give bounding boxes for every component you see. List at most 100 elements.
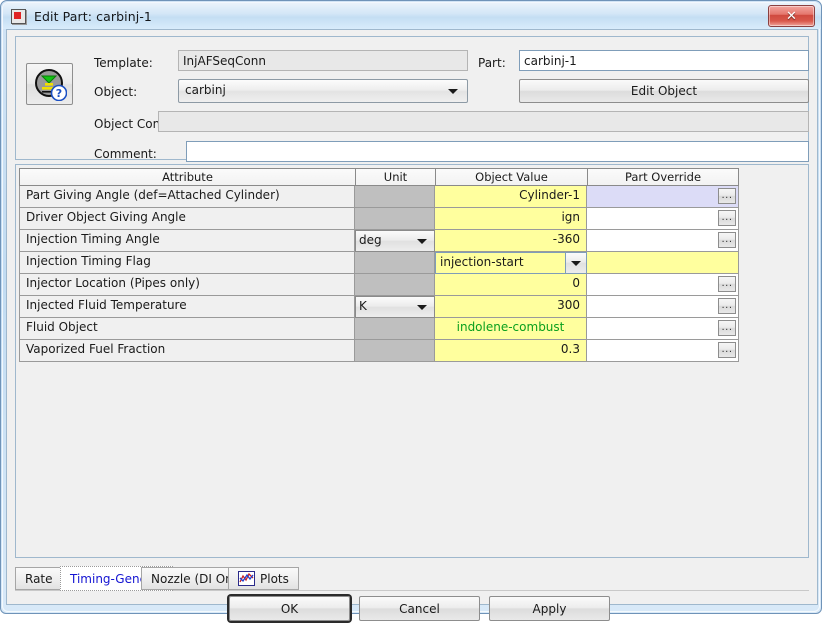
column-header-unit[interactable]: Unit — [355, 168, 435, 186]
close-icon: ✕ — [786, 8, 797, 24]
object-value-select-value: injection-start — [435, 252, 565, 274]
column-header-object-value[interactable]: Object Value — [435, 168, 587, 186]
object-comment-field — [158, 111, 809, 132]
cell-unit — [355, 186, 435, 208]
cell-unit[interactable]: deg — [355, 230, 435, 252]
unit-select-value: K — [359, 299, 367, 313]
cancel-button[interactable]: Cancel — [359, 596, 480, 621]
table-row: Injector Location (Pipes only) 0... — [19, 274, 807, 296]
ellipsis-button[interactable]: ... — [718, 320, 736, 336]
cancel-button-label: Cancel — [399, 601, 440, 616]
ellipsis-button[interactable]: ... — [718, 232, 736, 248]
cell-attribute[interactable]: Injected Fluid Temperature — [19, 296, 355, 318]
cell-part-override[interactable]: ... — [587, 296, 739, 318]
table-row: Driver Object Giving Angle ign... — [19, 208, 807, 230]
column-header-attribute[interactable]: Attribute — [19, 168, 355, 186]
ellipsis-icon: ... — [721, 300, 733, 311]
cell-attribute[interactable]: Part Giving Angle (def=Attached Cylinder… — [19, 186, 355, 208]
cell-unit — [355, 318, 435, 340]
apply-button-label: Apply — [532, 601, 567, 616]
ellipsis-icon: ... — [721, 234, 733, 245]
ellipsis-icon: ... — [721, 212, 733, 223]
cell-object-value[interactable]: ign — [435, 208, 587, 230]
cell-unit — [355, 252, 435, 274]
cell-object-value[interactable]: injection-start — [435, 252, 587, 274]
tab-plots-label: Plots — [260, 571, 289, 586]
ellipsis-button[interactable]: ... — [718, 342, 736, 358]
app-box-icon — [11, 8, 26, 24]
ok-button[interactable]: OK — [229, 596, 350, 621]
dialog-window: Edit Part: carbinj-1 ✕ ? Template: InjAF… — [0, 0, 822, 621]
template-label: Template: — [94, 56, 153, 70]
cell-attribute[interactable]: Vaporized Fuel Fraction — [19, 340, 355, 362]
cell-object-value[interactable]: indolene-combust — [435, 318, 587, 340]
cell-attribute[interactable]: Fluid Object — [19, 318, 355, 340]
tab-strip: Rate Timing-General Nozzle (DI Only) Plo… — [15, 566, 809, 592]
table-row: Fluid Object indolene-combust... — [19, 318, 807, 340]
table-row: Vaporized Fuel Fraction 0.3... — [19, 340, 807, 362]
part-header-panel: ? Template: InjAFSeqConn Object: carbinj… — [15, 36, 809, 162]
window-title: Edit Part: carbinj-1 — [34, 8, 152, 24]
object-select-value: carbinj — [185, 83, 226, 97]
edit-object-label: Edit Object — [630, 84, 698, 98]
cell-part-override[interactable]: ... — [587, 186, 739, 208]
dialog-button-row: OK Cancel Apply — [7, 596, 819, 630]
part-name-input[interactable]: carbinj-1 — [519, 50, 809, 71]
cell-part-override[interactable]: ... — [587, 318, 739, 340]
ellipsis-button[interactable]: ... — [718, 298, 736, 314]
table-row: Injected Fluid Temperature K 300... — [19, 296, 807, 318]
cell-part-override[interactable] — [587, 252, 739, 274]
title-bar[interactable]: Edit Part: carbinj-1 ✕ — [3, 3, 821, 29]
object-icon-button[interactable]: ? — [26, 63, 73, 105]
object-value-select[interactable]: injection-start — [435, 252, 587, 274]
chevron-down-icon — [448, 89, 458, 94]
cell-object-value[interactable]: 0.3 — [435, 340, 587, 362]
chart-icon — [238, 571, 255, 586]
tab-plots[interactable]: Plots — [228, 567, 299, 590]
object-label: Object: — [94, 85, 138, 99]
table-row: Injection Timing Flag injection-start — [19, 252, 807, 274]
ellipsis-icon: ... — [721, 322, 733, 333]
edit-object-button[interactable]: Edit Object — [519, 79, 809, 103]
cell-attribute[interactable]: Injection Timing Flag — [19, 252, 355, 274]
cell-unit[interactable]: K — [355, 296, 435, 318]
cell-object-value[interactable]: Cylinder-1 — [435, 186, 587, 208]
injector-object-icon: ? — [35, 69, 67, 101]
ellipsis-icon: ... — [721, 190, 733, 201]
cell-object-value[interactable]: 300 — [435, 296, 587, 318]
comment-label: Comment: — [94, 147, 157, 161]
chevron-down-icon[interactable] — [565, 252, 587, 274]
apply-button[interactable]: Apply — [489, 596, 610, 621]
cell-part-override[interactable]: ... — [587, 208, 739, 230]
chevron-down-icon — [417, 239, 427, 244]
template-field: InjAFSeqConn — [178, 50, 468, 71]
unit-select-value: deg — [359, 233, 382, 247]
cell-object-value[interactable]: -360 — [435, 230, 587, 252]
cell-attribute[interactable]: Driver Object Giving Angle — [19, 208, 355, 230]
cell-part-override[interactable]: ... — [587, 230, 739, 252]
cell-object-value[interactable]: 0 — [435, 274, 587, 296]
object-select[interactable]: carbinj — [178, 79, 468, 103]
tab-rate[interactable]: Rate — [15, 567, 63, 590]
chevron-down-icon — [417, 305, 427, 310]
ellipsis-button[interactable]: ... — [718, 276, 736, 292]
dialog-client-area: ? Template: InjAFSeqConn Object: carbinj… — [6, 29, 818, 621]
tab-rate-label: Rate — [25, 571, 53, 586]
part-label: Part: — [478, 56, 506, 70]
cell-part-override[interactable]: ... — [587, 340, 739, 362]
table-header-row: Attribute Unit Object Value Part Overrid… — [19, 168, 807, 186]
attribute-table-panel: Attribute Unit Object Value Part Overrid… — [15, 164, 809, 558]
cell-attribute[interactable]: Injection Timing Angle — [19, 230, 355, 252]
comment-input[interactable] — [186, 141, 809, 162]
unit-select[interactable]: K — [355, 296, 435, 318]
column-header-part-override[interactable]: Part Override — [587, 168, 739, 186]
attribute-table: Attribute Unit Object Value Part Overrid… — [19, 168, 807, 362]
table-body: Part Giving Angle (def=Attached Cylinder… — [19, 186, 807, 362]
cell-attribute[interactable]: Injector Location (Pipes only) — [19, 274, 355, 296]
table-row: Part Giving Angle (def=Attached Cylinder… — [19, 186, 807, 208]
ellipsis-button[interactable]: ... — [718, 188, 736, 204]
cell-part-override[interactable]: ... — [587, 274, 739, 296]
ellipsis-button[interactable]: ... — [718, 210, 736, 226]
unit-select[interactable]: deg — [355, 230, 435, 252]
close-button[interactable]: ✕ — [768, 5, 815, 27]
